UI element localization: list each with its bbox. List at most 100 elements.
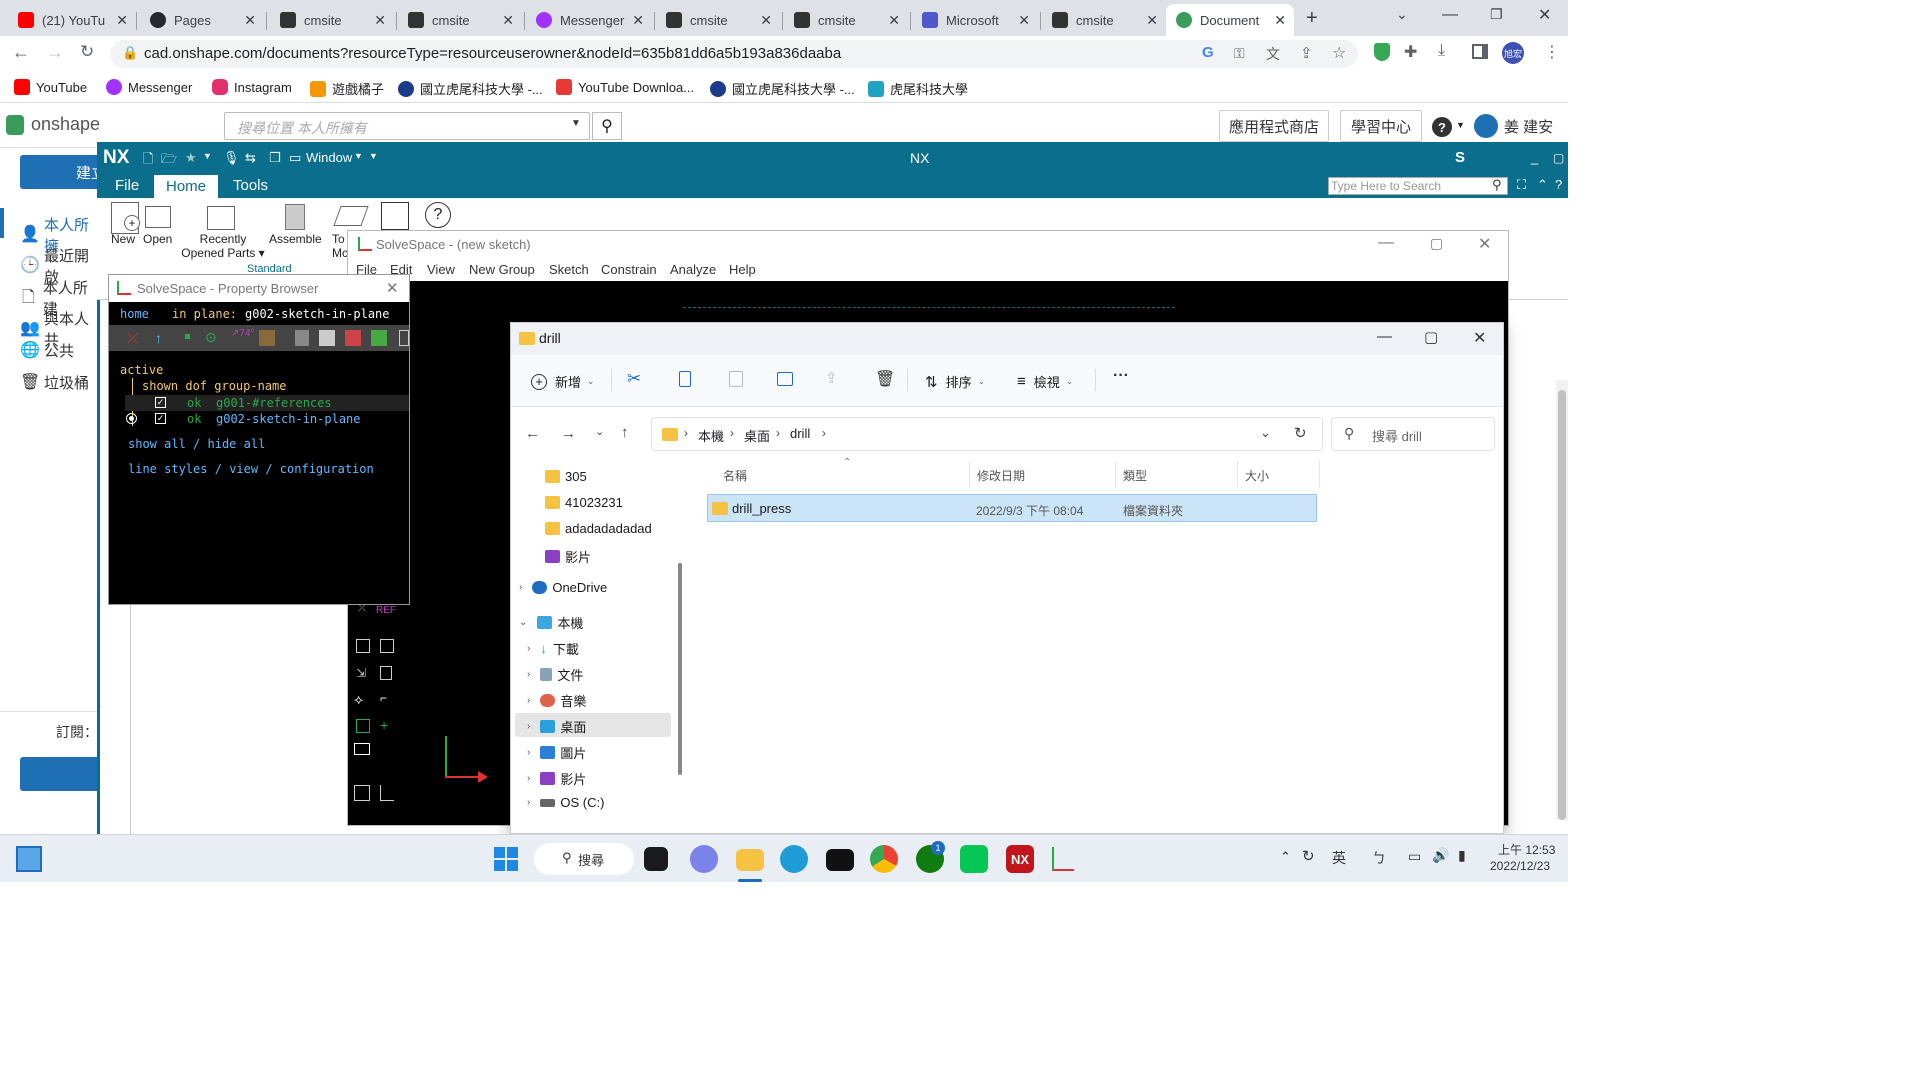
tree-item[interactable]: › ↓ 下載 [527,639,579,658]
onshape-logo[interactable]: onshape [6,114,100,135]
configuration-link[interactable]: configuration [280,462,374,476]
show-workplanes-icon[interactable]: ⤫ [127,330,138,347]
chevron-right-icon[interactable]: › [527,773,530,784]
explorer-search-input[interactable]: ⚲ 搜尋 drill [1331,417,1495,451]
back-icon[interactable]: ← [525,425,540,442]
browser-tab[interactable]: cmsite ✕ [398,4,522,36]
close-icon[interactable]: ✕ [888,12,900,29]
browser-tab[interactable]: Messenger ✕ [526,4,652,36]
delete-icon[interactable]: 🗑 [875,369,895,389]
tree-item-desktop-selected[interactable]: › 桌面 [527,717,586,736]
browser-tab[interactable]: Pages ✕ [140,4,264,36]
sidebar-item-trash[interactable]: 🗑 垃圾桶 [20,372,89,393]
recent-parts-label[interactable]: Recently Opened Parts ▾ [181,232,265,260]
language-indicator[interactable]: 英 [1332,848,1346,868]
tree-item[interactable]: 影片 [545,547,591,566]
nav-pane-scrollbar[interactable] [678,563,682,775]
browser-tab-active[interactable]: Document ✕ [1166,4,1294,36]
search-icon[interactable]: ⚲ [592,112,622,140]
show-normals-icon[interactable]: ↑ [155,330,162,346]
start-button[interactable] [494,847,518,871]
close-icon[interactable]: ✕ [244,12,256,29]
chevron-down-icon[interactable]: ▼ [1456,120,1465,130]
dropdown-icon[interactable]: ▼ [571,118,581,129]
axis-icon[interactable] [380,785,394,801]
task-view-icon[interactable] [644,847,668,871]
solvespace-taskbar-icon[interactable] [1052,847,1074,871]
search-icon[interactable]: ⚲ [1492,177,1502,193]
chevron-down-icon[interactable]: ▼ [369,151,378,161]
close-icon[interactable]: ✕ [760,12,772,29]
browser-tab[interactable]: cmsite ✕ [270,4,394,36]
close-icon[interactable]: ✕ [1274,12,1286,29]
nearest-iso-icon[interactable] [356,639,370,653]
subscribe-button[interactable] [20,757,100,791]
table-row[interactable]: drill_press 2022/9/3 下午 08:04 檔案資料夾 [707,494,1317,522]
window-layout-icon[interactable] [381,202,409,230]
hide-all-link[interactable]: hide all [208,437,266,451]
shown-checkbox[interactable]: ✓ [155,397,166,408]
group-name[interactable]: g001-#references [216,396,332,410]
share-icon[interactable]: ⇪ [1300,44,1313,62]
terminal-icon[interactable] [826,849,854,871]
chevron-right-icon[interactable]: › [527,669,530,680]
open-button-label[interactable]: Open [143,232,172,246]
close-icon[interactable]: ✕ [1473,328,1486,348]
tree-item[interactable]: › 音樂 [527,691,586,710]
close-icon[interactable]: ✕ [374,12,386,29]
app-store-button[interactable]: 應用程式商店 [1219,110,1329,142]
taskbar-search-button[interactable]: ⚲ 搜尋 [534,843,634,875]
tab-search-icon[interactable]: ⌄ [1396,6,1408,23]
chrome-menu-icon[interactable]: ⋮ [1544,42,1560,62]
bookmark-item[interactable]: Instagram [212,79,292,95]
chevron-down-icon[interactable]: ⌄ [519,617,527,628]
bookmark-item[interactable]: YouTube [14,79,87,95]
onshape-search-input[interactable]: 搜尋位置 本人所擁有 ▼ [224,112,590,140]
download-icon[interactable]: ⤓ [1438,42,1445,60]
browser-tab[interactable]: cmsite ✕ [1042,4,1166,36]
tree-item[interactable]: adadadadadad [545,521,652,536]
chevron-down-icon[interactable]: ▼ [203,151,212,161]
bookmark-item[interactable]: 虎尾科技大學 [868,79,968,98]
open-folder-icon[interactable] [145,206,171,228]
paste-icon[interactable] [729,371,743,387]
point-cross-icon[interactable]: + [380,717,388,733]
tools-label[interactable]: To Mc [332,232,348,260]
profile-avatar[interactable]: 旭宏 [1502,42,1524,64]
tree-item[interactable]: › OS (C:) [527,795,604,810]
translate-icon[interactable]: 文 [1266,44,1280,64]
bookmark-item[interactable]: YouTube Downloa... [556,79,694,95]
network-icon[interactable]: ▭ [1408,848,1421,865]
group-name[interactable]: g002-sketch-in-plane [216,412,361,426]
url-text[interactable]: cad.onshape.com/documents?resourceType=r… [144,45,841,62]
menu-file[interactable]: File [115,177,139,194]
address-bar[interactable]: 🔒 cad.onshape.com/documents?resourceType… [110,40,1358,68]
widgets-icon[interactable] [16,846,42,872]
rename-icon[interactable] [777,372,793,386]
show-shaded-icon[interactable] [371,330,387,346]
sidebar-item-public[interactable]: 🌐 公共 [20,340,74,361]
learning-center-button[interactable]: 學習中心 [1340,110,1422,142]
steps-icon[interactable]: ⌐ [380,691,387,705]
bookmark-item[interactable]: 遊戲橘子 [310,79,384,98]
assemble-icon[interactable] [285,204,305,230]
column-header-type[interactable]: 類型 [1123,467,1147,484]
tree-item[interactable]: › 文件 [527,665,583,684]
chevron-down-icon[interactable]: ⌄ [1260,425,1271,441]
chevron-down-icon[interactable]: ▼ [354,151,363,161]
toolbar-overflow-icon[interactable] [399,330,409,346]
tools-icon[interactable] [333,206,369,226]
file-explorer-taskbar-icon[interactable] [736,849,764,871]
close-icon[interactable]: ✕ [632,12,644,29]
minimize-icon[interactable]: — [1378,234,1394,252]
help-icon[interactable]: ? [425,202,451,228]
active-radio[interactable] [126,413,137,424]
teams-chat-icon[interactable] [690,845,718,873]
share-icon[interactable]: ⇪ [825,369,838,387]
breadcrumb-this-pc[interactable]: 本機 [698,426,724,445]
maximize-icon[interactable]: ▢ [1424,328,1438,346]
close-icon[interactable]: ✕ [1018,12,1030,29]
column-header-size[interactable]: 大小 [1245,467,1269,484]
tab-home[interactable]: Home [154,175,218,198]
new-part-icon[interactable]: + [111,202,140,234]
